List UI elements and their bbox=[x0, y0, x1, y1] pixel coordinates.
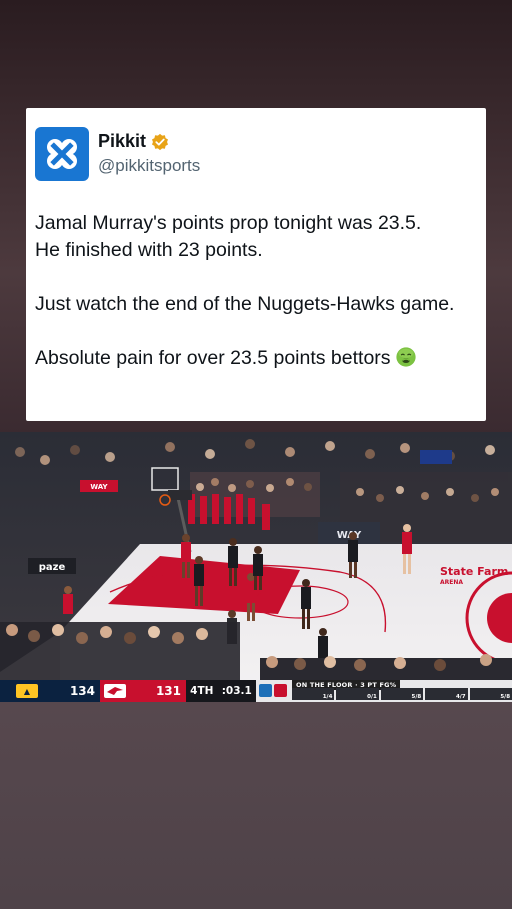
on-floor-panel: ON THE FLOOR · 3 PT FG% 1/4 0/1 5/8 4/7 … bbox=[256, 680, 512, 702]
on-floor-players: 1/4 0/1 5/8 4/7 5/8 bbox=[292, 688, 512, 700]
team-shield-icon bbox=[259, 684, 272, 697]
name-row: Pikkit bbox=[98, 131, 200, 152]
tweet-paragraph-1-line-2: He finished with 23 points. bbox=[35, 239, 263, 261]
nuggets-logo-icon: ▲ bbox=[16, 684, 38, 698]
quarter: 4TH bbox=[190, 685, 214, 697]
tweet-body: Jamal Murray's points prop tonight was 2… bbox=[35, 210, 476, 372]
sign-paze: paze bbox=[39, 562, 66, 573]
hawks-logo-icon bbox=[104, 684, 126, 698]
on-floor-team-icons bbox=[259, 684, 287, 697]
identity: Pikkit @pikkitsports bbox=[98, 131, 200, 176]
tweet-paragraph-1-line-1: Jamal Murray's points prop tonight was 2… bbox=[35, 212, 422, 234]
video-frame[interactable]: WAY WAY paze State Farm ARENA ▲ 134 131 … bbox=[0, 432, 512, 702]
scoreboard-away: ▲ 134 bbox=[0, 680, 100, 702]
display-name[interactable]: Pikkit bbox=[98, 131, 146, 152]
on-floor-player-2: 0/1 bbox=[336, 688, 379, 700]
verified-badge-icon bbox=[152, 133, 169, 150]
scoreboard-home: 131 bbox=[100, 680, 186, 702]
game-clock: 4TH :03.1 bbox=[186, 680, 256, 702]
tweet-paragraph-2: Just watch the end of the Nuggets-Hawks … bbox=[35, 293, 455, 315]
tweet-card[interactable]: Pikkit @pikkitsports Jamal Murray's poin… bbox=[26, 108, 486, 421]
tweet-paragraph-1: Jamal Murray's points prop tonight was 2… bbox=[35, 210, 476, 264]
on-floor-player-4: 4/7 bbox=[425, 688, 468, 700]
away-score: 134 bbox=[69, 684, 95, 698]
sign-way-left: WAY bbox=[90, 483, 108, 491]
sign-arena: ARENA bbox=[440, 579, 463, 586]
tweet-header: Pikkit @pikkitsports bbox=[35, 126, 476, 181]
clock-time: :03.1 bbox=[221, 685, 252, 697]
basketball-game-scene: WAY WAY paze State Farm ARENA bbox=[0, 432, 512, 702]
on-floor-player-5: 5/8 bbox=[469, 688, 512, 700]
tweet-paragraph-3: Absolute pain for over 23.5 points betto… bbox=[35, 345, 476, 372]
avatar[interactable] bbox=[35, 126, 89, 181]
pikkit-logo-icon bbox=[47, 138, 77, 169]
home-score: 131 bbox=[155, 684, 181, 698]
handle[interactable]: @pikkitsports bbox=[98, 156, 200, 176]
scoreboard: ▲ 134 131 4TH :03.1 ON THE FLOOR · 3 PT … bbox=[0, 680, 512, 702]
nauseated-face-icon bbox=[395, 347, 416, 367]
on-floor-player-3: 5/8 bbox=[380, 688, 424, 700]
hawks-mini-logo-icon bbox=[274, 684, 287, 697]
on-floor-player-1: 1/4 bbox=[292, 688, 335, 700]
tweet-paragraph-3-text: Absolute pain for over 23.5 points betto… bbox=[35, 347, 391, 369]
